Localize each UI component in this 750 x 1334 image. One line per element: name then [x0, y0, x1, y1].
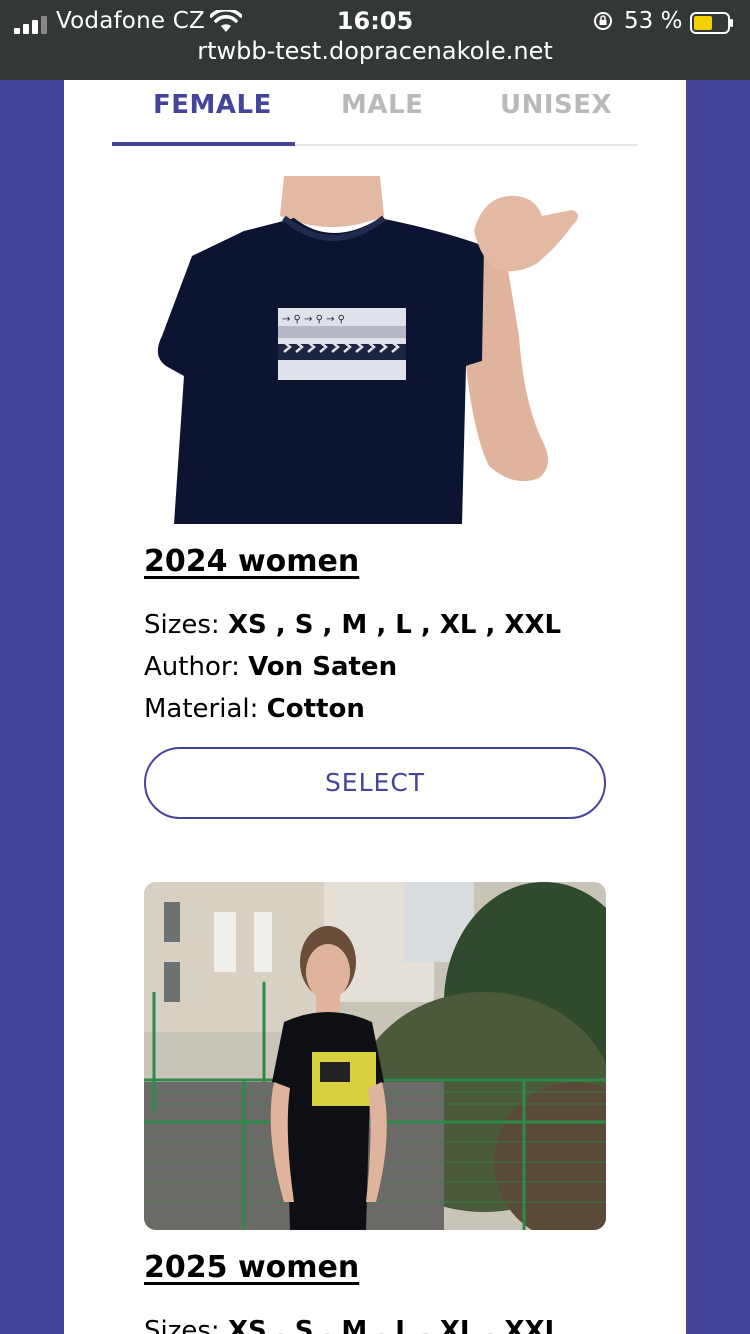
- url-bar[interactable]: rtwbb-test.dopracenakole.net: [0, 37, 750, 65]
- material-value: Cotton: [266, 694, 365, 724]
- product-image-2025-women[interactable]: [144, 882, 606, 1230]
- product-sizes: Sizes: XS , S , M , L , XL , XXL: [144, 610, 561, 640]
- tab-male[interactable]: MALE: [341, 90, 423, 120]
- product-title[interactable]: 2024 women: [144, 544, 359, 579]
- product-title[interactable]: 2025 women: [144, 1250, 359, 1285]
- product-material: Material: Cotton: [144, 694, 365, 724]
- tab-unisex[interactable]: UNISEX: [500, 90, 612, 120]
- sizes-value: XS , S , M , L , XL , XXL: [227, 610, 562, 640]
- orientation-lock-icon: [594, 12, 612, 30]
- author-label: Author:: [144, 652, 240, 682]
- tab-female[interactable]: FEMALE: [153, 90, 272, 120]
- battery-percentage: 53 %: [624, 8, 683, 34]
- svg-text:→ ⚲ → ⚲ → ⚲: → ⚲ → ⚲ → ⚲: [282, 314, 345, 325]
- sizes-label: Sizes:: [144, 610, 220, 640]
- battery-icon: [690, 12, 733, 34]
- sizes-value: XS , S , M , L , XL , XXL: [227, 1316, 562, 1334]
- product-image-2024-women[interactable]: → ⚲ → ⚲ → ⚲: [144, 176, 606, 524]
- active-tab-indicator: [112, 142, 295, 146]
- material-label: Material:: [144, 694, 259, 724]
- author-value: Von Saten: [248, 652, 398, 682]
- sizes-label: Sizes:: [144, 1316, 220, 1334]
- select-button[interactable]: SELECT: [144, 747, 606, 819]
- product-author: Author: Von Saten: [144, 652, 397, 682]
- status-bar: Vodafone CZ 16:05 53 % rtwbb-test.doprac…: [0, 0, 750, 80]
- product-sizes: Sizes: XS , S , M , L , XL , XXL: [144, 1316, 561, 1334]
- product-list-card: FEMALE MALE UNISEX → ⚲ → ⚲ → ⚲ 2024 wome…: [64, 80, 686, 1334]
- gender-tabs: FEMALE MALE UNISEX: [112, 80, 638, 146]
